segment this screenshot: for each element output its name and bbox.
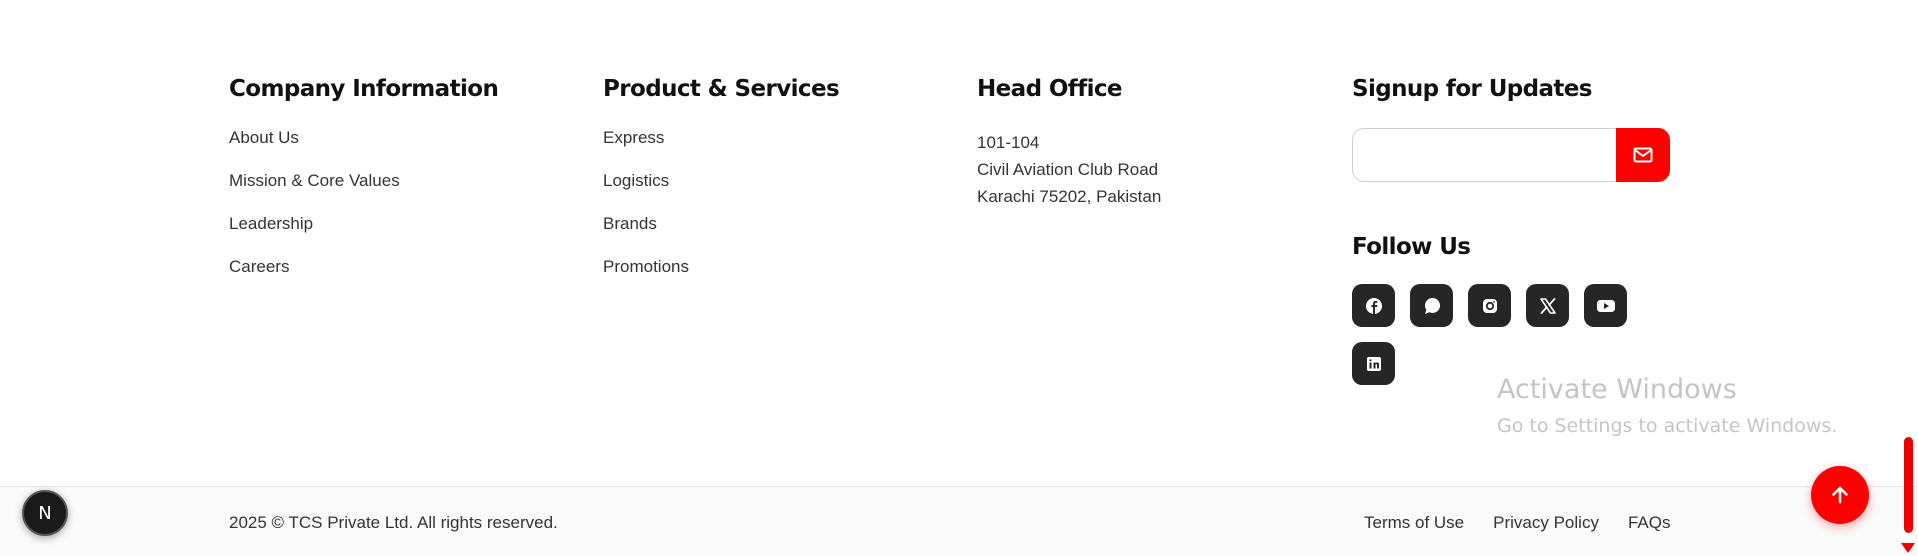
product-services-column: Product & Services Express Logistics Bra… [603, 72, 840, 300]
address-line-1: 101-104 [977, 133, 1040, 152]
product-links: Express Logistics Brands Promotions [603, 128, 839, 277]
scrollbar-down-arrow[interactable] [1901, 543, 1915, 553]
careers-link[interactable]: Careers [229, 257, 498, 277]
logistics-link[interactable]: Logistics [603, 171, 839, 191]
about-us-link[interactable]: About Us [229, 128, 498, 148]
social-icons [1352, 284, 1652, 385]
signup-form [1352, 128, 1670, 182]
office-address: 101-104 Civil Aviation Club Road Karachi… [977, 129, 1161, 210]
arrow-up-icon [1832, 486, 1848, 504]
mission-core-values-link[interactable]: Mission & Core Values [229, 171, 498, 191]
x-icon [1539, 297, 1556, 314]
promotions-link[interactable]: Promotions [603, 257, 839, 277]
signup-submit-button[interactable] [1616, 128, 1670, 182]
signup-email-input[interactable] [1352, 128, 1616, 182]
signup-heading: Signup for Updates [1352, 76, 1593, 102]
legal-links: Terms of Use Privacy Policy FAQs [1364, 513, 1670, 533]
company-information-heading: Company Information [229, 76, 499, 102]
linkedin-icon [1366, 356, 1381, 371]
follow-us-heading: Follow Us [1352, 234, 1471, 260]
address-line-3: Karachi 75202, Pakistan [977, 187, 1162, 206]
x-button[interactable] [1526, 284, 1569, 327]
watermark-title: Activate Windows [1497, 374, 1737, 405]
product-services-heading: Product & Services [603, 76, 840, 102]
facebook-icon [1365, 297, 1382, 314]
whatsapp-button[interactable] [1410, 284, 1453, 327]
signup-column: Signup for Updates Follow Us [1352, 72, 1670, 385]
bottom-bar: 2025 © TCS Private Ltd. All rights reser… [0, 486, 1918, 556]
linkedin-button[interactable] [1352, 342, 1395, 385]
nextjs-dev-badge[interactable]: N [22, 490, 68, 536]
scrollbar-thumb[interactable] [1904, 437, 1913, 533]
leadership-link[interactable]: Leadership [229, 214, 498, 234]
footer-main: Company Information About Us Mission & C… [0, 0, 1918, 486]
express-link[interactable]: Express [603, 128, 839, 148]
activate-windows-watermark: Activate Windows Go to Settings to activ… [1497, 371, 1837, 441]
instagram-button[interactable] [1468, 284, 1511, 327]
whatsapp-icon [1424, 297, 1440, 314]
brands-link[interactable]: Brands [603, 214, 839, 234]
head-office-heading: Head Office [977, 76, 1123, 102]
nextjs-badge-letter: N [38, 502, 52, 524]
company-links: About Us Mission & Core Values Leadershi… [229, 128, 498, 277]
instagram-icon [1482, 298, 1497, 313]
facebook-button[interactable] [1352, 284, 1395, 327]
watermark-subtitle: Go to Settings to activate Windows. [1497, 415, 1838, 437]
company-information-column: Company Information About Us Mission & C… [229, 72, 499, 300]
scroll-to-top-button[interactable] [1811, 466, 1869, 524]
faqs-link[interactable]: FAQs [1628, 513, 1671, 533]
terms-of-use-link[interactable]: Terms of Use [1364, 513, 1464, 533]
address-line-2: Civil Aviation Club Road [977, 160, 1159, 179]
mail-icon [1633, 147, 1653, 163]
youtube-button[interactable] [1584, 284, 1627, 327]
youtube-icon [1596, 299, 1615, 312]
privacy-policy-link[interactable]: Privacy Policy [1493, 513, 1599, 533]
copyright-text: 2025 © TCS Private Ltd. All rights reser… [229, 513, 558, 532]
head-office-column: Head Office 101-104 Civil Aviation Club … [977, 72, 1161, 210]
